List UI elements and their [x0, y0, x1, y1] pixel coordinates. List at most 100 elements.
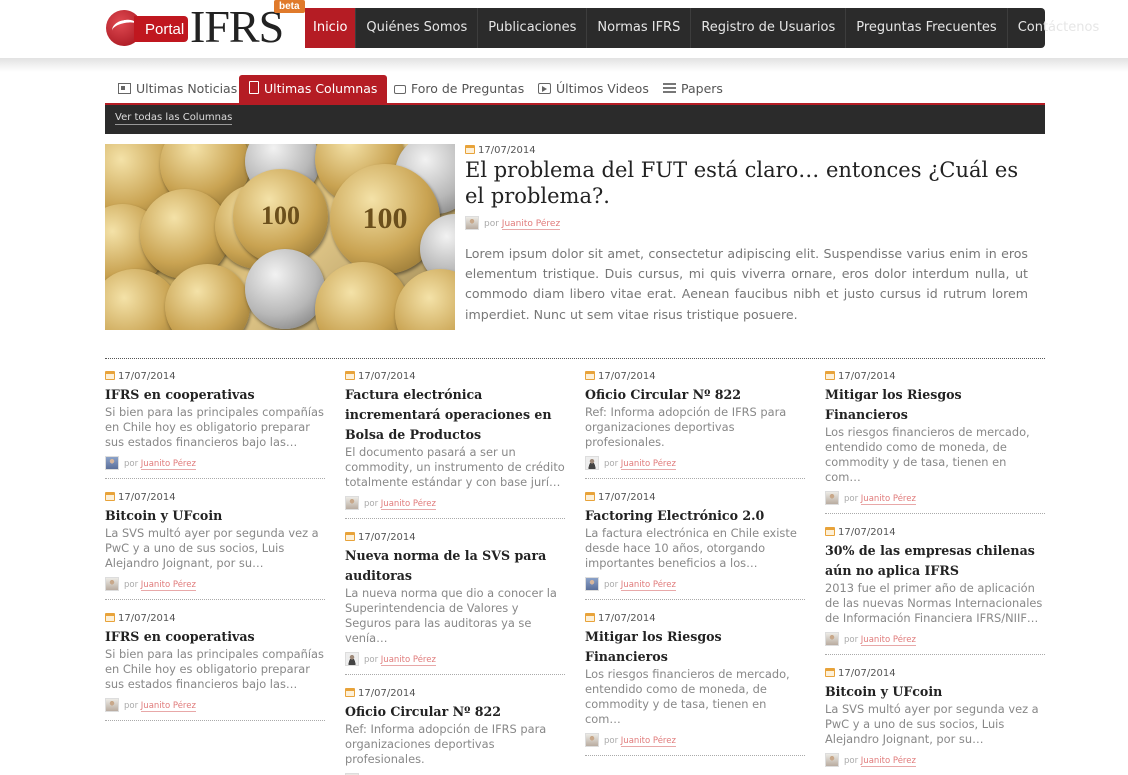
card-date: 17/07/2014 [825, 371, 1045, 383]
card-title[interactable]: 30% de las empresas chilenas aún no apli… [825, 541, 1045, 581]
document-lines-icon [663, 83, 676, 94]
calendar-icon [825, 668, 835, 677]
calendar-icon [105, 492, 115, 501]
author-link[interactable]: Juanito Pérez [620, 459, 676, 470]
tab-ultimos-videos[interactable]: Últimos Videos [538, 75, 649, 103]
author-link[interactable]: Juanito Pérez [860, 494, 916, 505]
card-author: por Juanito Pérez [345, 496, 565, 512]
calendar-icon [825, 527, 835, 536]
author-link[interactable]: Juanito Pérez [860, 635, 916, 646]
nav-preguntas-frecuentes[interactable]: Preguntas Frecuentes [845, 8, 1006, 48]
card-date: 17/07/2014 [105, 492, 325, 504]
card-excerpt: La factura electrónica en Chile existe d… [585, 526, 797, 570]
card-excerpt: Los riesgos financieros de mercado, ente… [585, 667, 790, 726]
card-date: 17/07/2014 [585, 492, 805, 504]
author-link[interactable]: Juanito Pérez [860, 756, 916, 767]
featured-title[interactable]: El problema del FUT está claro… entonces… [465, 157, 1035, 209]
card-title[interactable]: Nueva norma de la SVS para auditoras [345, 546, 565, 586]
column-card[interactable]: 17/07/2014 IFRS en cooperativas Si bien pa… [105, 366, 325, 479]
column-card[interactable]: 17/07/2014 Nueva norma de la SVS para aud… [345, 527, 565, 675]
card-author: por Juanito Pérez [825, 753, 1045, 769]
author-avatar [345, 652, 359, 666]
column-card[interactable]: 17/07/2014 IFRS en cooperativas Si bien pa… [105, 608, 325, 721]
column-list-3: 17/07/2014 Oficio Circular Nº 822 Ref: Inf… [585, 366, 805, 764]
card-author: por Juanito Pérez [105, 456, 325, 472]
column-card[interactable]: 17/07/2014 Factoring Electrónico 2.0 La fa… [585, 487, 805, 600]
column-card[interactable]: 17/07/2014 Factura electrónica incrementa… [345, 366, 565, 519]
coin-denomination: 100 [261, 201, 300, 230]
card-title[interactable]: Mitigar los Riesgos Financieros [585, 627, 805, 667]
card-excerpt: Ref: Informa adopción de IFRS para organ… [345, 722, 547, 766]
author-link[interactable]: Juanito Pérez [620, 580, 676, 591]
featured-date: 17/07/2014 [465, 145, 536, 156]
card-author: por Juanito Pérez [825, 632, 1045, 648]
author-avatar [345, 496, 359, 510]
nav-registro-usuarios[interactable]: Registro de Usuarios [690, 8, 845, 48]
author-link[interactable]: Juanito Pérez [620, 736, 676, 747]
author-avatar [585, 456, 599, 470]
card-author: por Juanito Pérez [345, 652, 565, 668]
card-excerpt: La SVS multó ayer por segunda vez a PwC … [105, 526, 319, 570]
card-title[interactable]: Oficio Circular Nº 822 [345, 702, 565, 722]
calendar-icon [825, 371, 835, 380]
card-date: 17/07/2014 [825, 527, 1045, 539]
card-excerpt: La SVS multó ayer por segunda vez a PwC … [825, 702, 1039, 746]
site-header: Portal IFRS beta Inicio Quiénes Somos Pu… [0, 0, 1128, 58]
card-title[interactable]: Bitcoin y UFcoin [105, 506, 325, 526]
card-title[interactable]: IFRS en cooperativas [105, 385, 325, 405]
author-avatar [825, 632, 839, 646]
card-excerpt: 2013 fue el primer año de aplicación de … [825, 581, 1043, 625]
newspaper-icon [118, 83, 131, 94]
author-link[interactable]: Juanito Pérez [380, 655, 436, 666]
card-excerpt: Si bien para las principales compañías e… [105, 647, 324, 691]
tab-foro-preguntas[interactable]: Foro de Preguntas [394, 75, 524, 103]
column-card[interactable]: 17/07/2014 Mitigar los Riesgos Financiero… [825, 366, 1045, 514]
portal-ifrs-logo[interactable]: Portal IFRS beta [106, 0, 305, 52]
tab-ultimas-noticias[interactable]: Ultimas Noticias [118, 75, 237, 103]
card-title[interactable]: Bitcoin y UFcoin [825, 682, 1045, 702]
author-avatar [825, 491, 839, 505]
card-title[interactable]: Factoring Electrónico 2.0 [585, 506, 805, 526]
nav-publicaciones[interactable]: Publicaciones [477, 8, 586, 48]
column-card[interactable]: 17/07/2014 Bitcoin y UFcoin La SVS multó a… [825, 663, 1045, 775]
featured-excerpt: Lorem ipsum dolor sit amet, consectetur … [465, 246, 1028, 322]
author-link[interactable]: Juanito Pérez [140, 580, 196, 591]
card-date: 17/07/2014 [105, 371, 325, 383]
ver-todas-columnas-link[interactable]: Ver todas las Columnas [115, 112, 233, 125]
column-card[interactable]: 17/07/2014 30% de las empresas chilenas a… [825, 522, 1045, 655]
calendar-icon [345, 371, 355, 380]
card-title[interactable]: Factura electrónica incrementará operaci… [345, 385, 565, 445]
tab-papers[interactable]: Papers [663, 75, 723, 103]
author-avatar [585, 733, 599, 747]
card-author: por Juanito Pérez [585, 733, 805, 749]
column-card[interactable]: 17/07/2014 Bitcoin y UFcoin La SVS multó a… [105, 487, 325, 600]
column-card[interactable]: 17/07/2014 Oficio Circular Nº 822 Ref: Inf… [345, 683, 565, 775]
nav-normas-ifrs[interactable]: Normas IFRS [586, 8, 690, 48]
main-nav: Inicio Quiénes Somos Publicaciones Norma… [305, 8, 1099, 48]
author-link[interactable]: Juanito Pérez [380, 499, 436, 510]
column-card[interactable]: 17/07/2014 Oficio Circular Nº 822 Ref: Inf… [585, 366, 805, 479]
column-list-2: 17/07/2014 Factura electrónica incrementa… [345, 366, 565, 775]
columns-subbar: Ver todas las Columnas [105, 103, 1045, 134]
header-shadow [0, 58, 1128, 72]
card-date: 17/07/2014 [345, 371, 565, 383]
card-title[interactable]: Mitigar los Riesgos Financieros [825, 385, 1045, 425]
author-link[interactable]: Juanito Pérez [501, 219, 561, 230]
author-link[interactable]: Juanito Pérez [140, 701, 196, 712]
column-list-1: 17/07/2014 IFRS en cooperativas Si bien pa… [105, 366, 325, 729]
nav-quienes-somos[interactable]: Quiénes Somos [355, 8, 477, 48]
logo-ifrs-text: IFRS [190, 1, 284, 52]
card-author: por Juanito Pérez [105, 698, 325, 714]
featured-coins-image[interactable]: 100 100 [105, 144, 455, 330]
logo-portal-text: Portal [145, 21, 185, 38]
card-author: por Juanito Pérez [105, 577, 325, 593]
nav-contactenos[interactable]: Contáctenos [1006, 8, 1110, 48]
tab-ultimas-columnas[interactable]: Ultimas Columnas [239, 75, 388, 103]
card-author: por Juanito Pérez [585, 577, 805, 593]
author-link[interactable]: Juanito Pérez [140, 459, 196, 470]
card-title[interactable]: IFRS en cooperativas [105, 627, 325, 647]
card-title[interactable]: Oficio Circular Nº 822 [585, 385, 805, 405]
column-card[interactable]: 17/07/2014 Mitigar los Riesgos Financiero… [585, 608, 805, 756]
card-date: 17/07/2014 [105, 613, 325, 625]
nav-inicio[interactable]: Inicio [305, 8, 356, 48]
